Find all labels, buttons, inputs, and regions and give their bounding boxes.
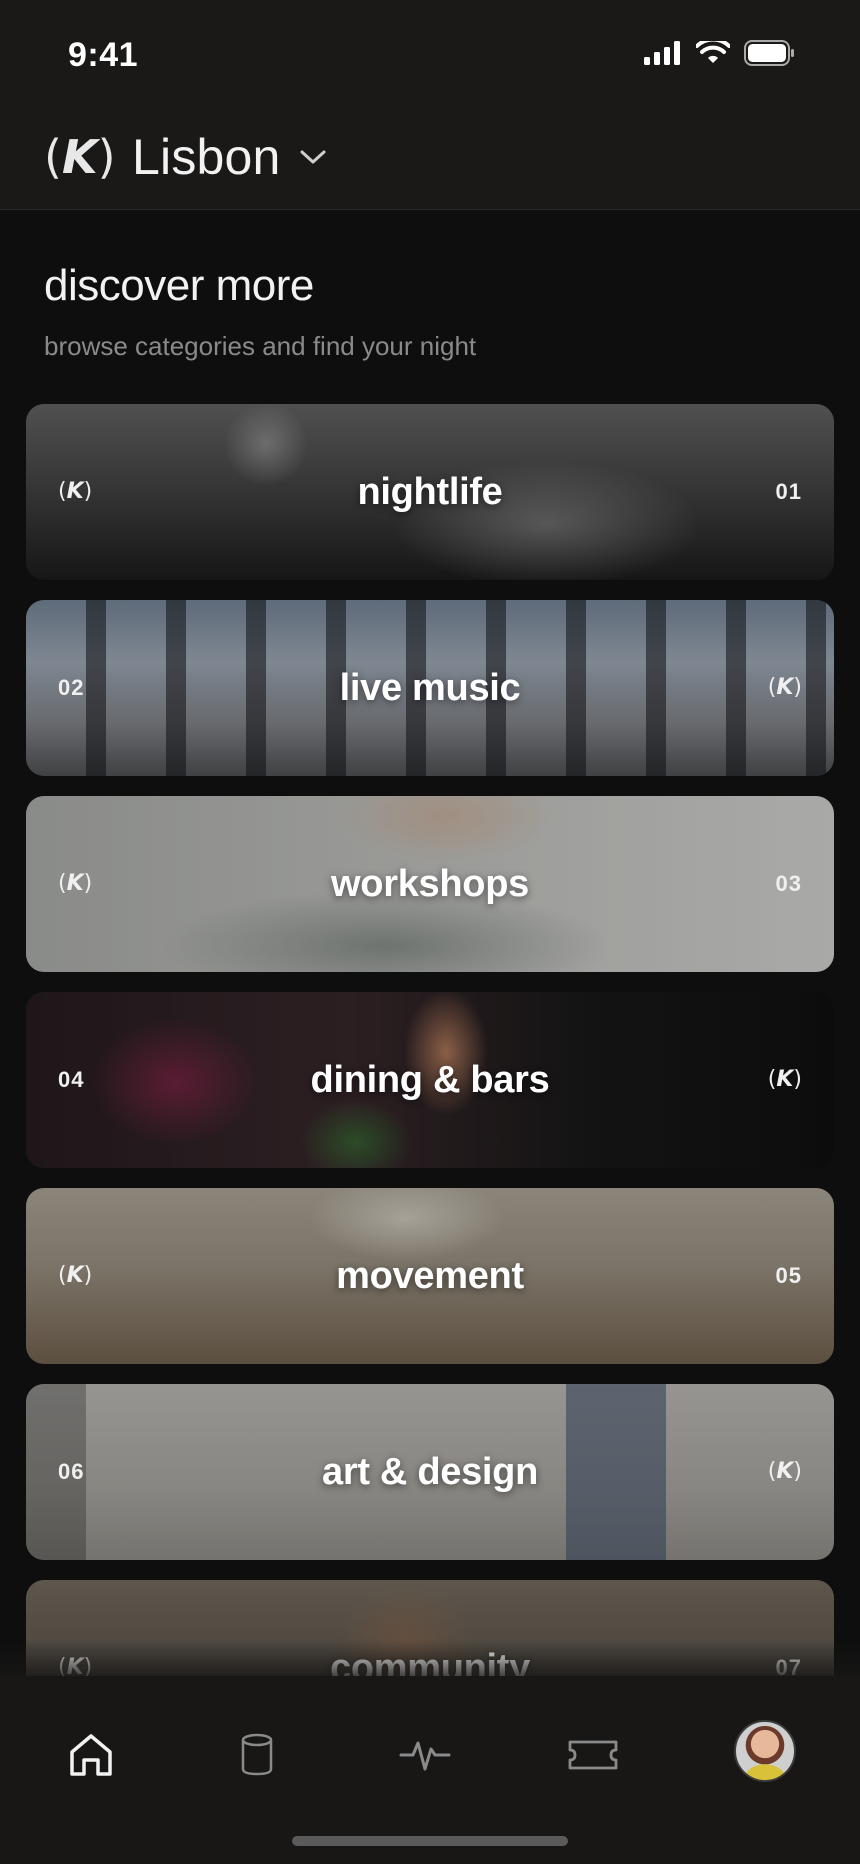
- scroll-fade: [0, 1640, 860, 1680]
- category-label: live music: [339, 667, 521, 709]
- category-label: movement: [336, 1255, 524, 1297]
- status-icons: [644, 40, 796, 66]
- category-label: nightlife: [357, 471, 503, 513]
- category-card-workshops[interactable]: (K) workshops 03: [26, 796, 834, 972]
- brand-mark-icon: (K): [767, 675, 802, 700]
- city-name: Lisbon: [132, 129, 281, 185]
- status-bar: 9:41: [0, 0, 860, 106]
- brand-mark-icon: (K): [767, 1067, 802, 1092]
- category-label: art & design: [322, 1451, 538, 1493]
- tab-activity[interactable]: [390, 1720, 460, 1790]
- category-label: workshops: [331, 863, 529, 905]
- page-title: discover more: [44, 261, 314, 310]
- tab-home[interactable]: [56, 1720, 126, 1790]
- brand-logo: (K): [44, 130, 116, 184]
- signal-icon: [644, 41, 680, 65]
- ticket-icon: [568, 1740, 618, 1770]
- chevron-down-icon: [300, 150, 326, 164]
- category-card-movement[interactable]: (K) movement 05: [26, 1188, 834, 1364]
- city-selector[interactable]: Lisbon: [132, 128, 327, 186]
- category-card-nightlife[interactable]: (K) nightlife 01: [26, 404, 834, 580]
- profile-avatar[interactable]: [734, 1720, 796, 1782]
- category-label: dining & bars: [310, 1059, 550, 1101]
- category-card-dining-bars[interactable]: 04 dining & bars (K): [26, 992, 834, 1168]
- category-number: 01: [775, 479, 802, 504]
- app-header: (K) Lisbon: [0, 106, 860, 210]
- tab-tickets[interactable]: [558, 1720, 628, 1790]
- status-time: 9:41: [68, 36, 139, 74]
- category-number: 03: [775, 871, 802, 896]
- home-icon: [70, 1734, 112, 1776]
- category-number: 05: [775, 1263, 802, 1288]
- brand-mark-icon: (K): [767, 1459, 802, 1484]
- category-card-art-design[interactable]: 06 art & design (K): [26, 1384, 834, 1560]
- home-indicator: [292, 1836, 568, 1846]
- cylinder-icon: [241, 1733, 273, 1776]
- wifi-icon: [696, 41, 730, 63]
- tab-saved[interactable]: [222, 1720, 292, 1790]
- discover-content[interactable]: discover more browse categories and find…: [0, 211, 860, 1676]
- battery-icon: [744, 40, 794, 66]
- pulse-icon: [399, 1741, 451, 1771]
- category-card-live-music[interactable]: 02 live music (K): [26, 600, 834, 776]
- page-subtitle: browse categories and find your night: [44, 331, 477, 361]
